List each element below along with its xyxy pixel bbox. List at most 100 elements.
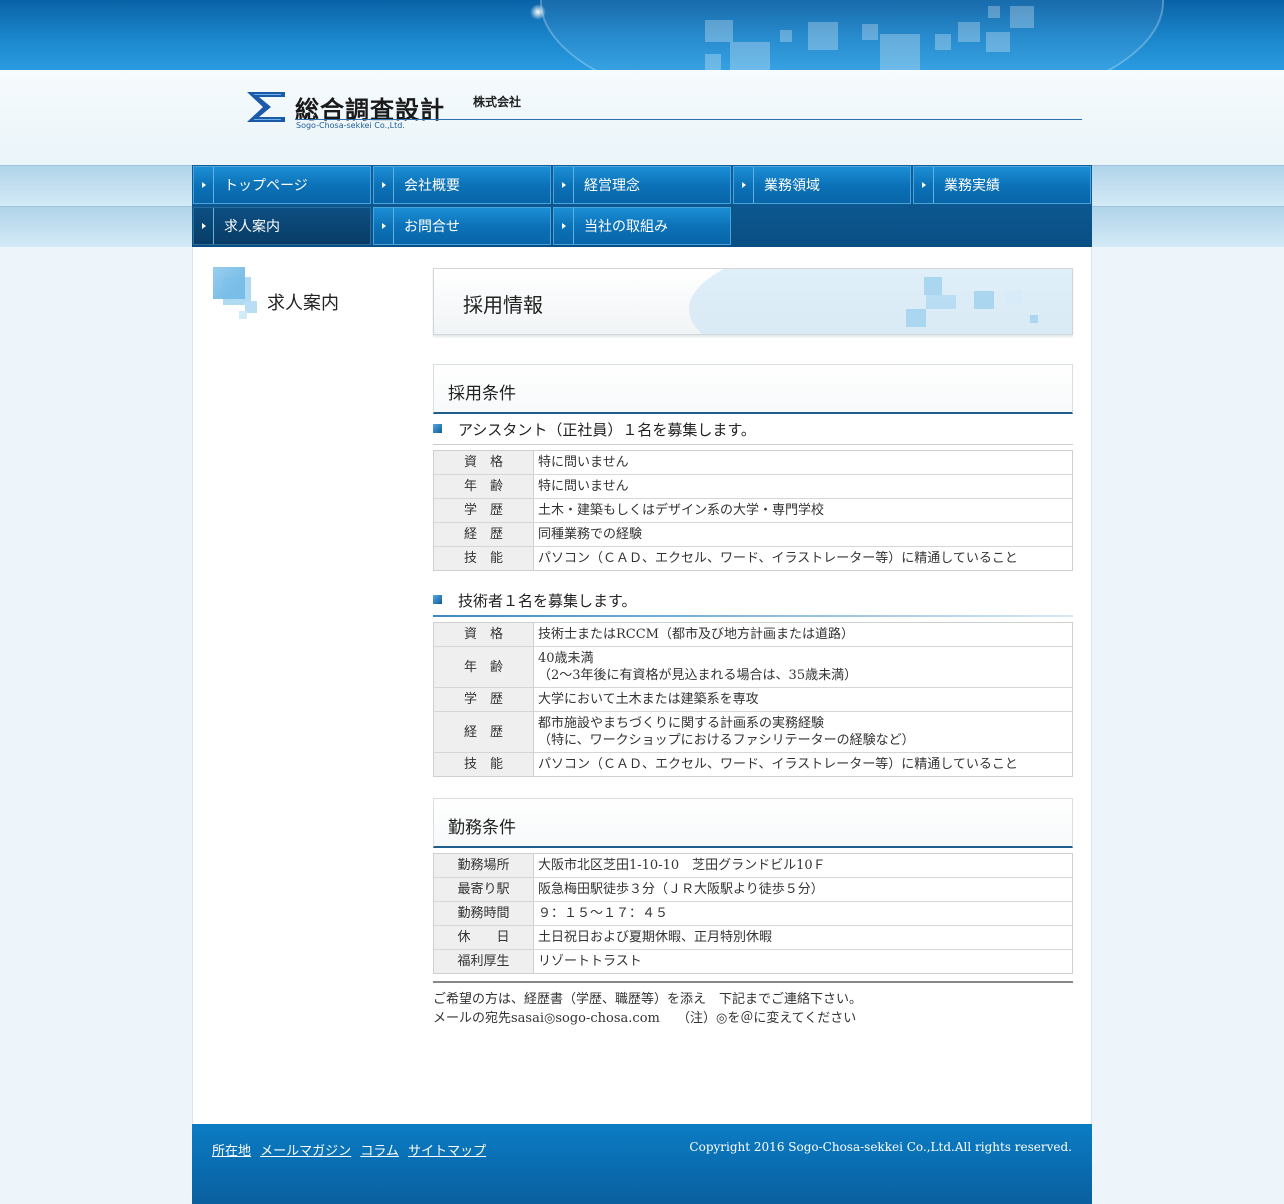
arrow-right-icon bbox=[374, 208, 394, 244]
work-conditions-table: 勤務場所 大阪市北区芝田1-10-10 芝田グランドビル10Ｆ 最寄り駅 阪急梅田駅… bbox=[433, 853, 1073, 974]
company-logo[interactable]: 総合調査設計 株式会社 Sogo-Chosa-sekkei Co.,Ltd. bbox=[245, 90, 1085, 130]
row-value: 大阪市北区芝田1-10-10 芝田グランドビル10Ｆ bbox=[538, 858, 826, 873]
footer-links: 所在地 メールマガジン コラム サイトマップ bbox=[212, 1140, 491, 1159]
row-label: 勤務場所 bbox=[434, 854, 534, 877]
nav-label: 求人案内 bbox=[224, 219, 280, 235]
sidebar-title-text: 求人案内 bbox=[267, 293, 339, 314]
row-value: 技術士またはRCCM（都市及び地方計画または道路） bbox=[538, 627, 854, 642]
table-row: 休 日土日祝日および夏期休暇、正月特別休暇 bbox=[434, 925, 1072, 949]
table-row: 技 能パソコン（ＣＡＤ、エクセル、ワード、イラストレーター等）に精通していること bbox=[434, 752, 1072, 776]
content-column: 採用情報 採用条件 アシスタント（正社員）１名を募集します。 資 格特に問いませ… bbox=[433, 268, 1073, 1028]
nav-item-contact[interactable]: お問合せ bbox=[373, 207, 551, 245]
row-label: 年 齢 bbox=[434, 646, 534, 687]
nav-label: 当社の取組み bbox=[584, 219, 668, 235]
row-value: 大学において土木または建築系を専攻 bbox=[534, 687, 1072, 711]
nav-item-business-results[interactable]: 業務実績 bbox=[913, 166, 1091, 204]
section-heading-text: 採用条件 bbox=[448, 384, 516, 404]
section-heading-work-conditions: 勤務条件 bbox=[433, 798, 1073, 848]
table-row: 勤務場所 大阪市北区芝田1-10-10 芝田グランドビル10Ｆ bbox=[434, 854, 1072, 877]
subheading-text: アシスタント（正社員）１名を募集します。 bbox=[458, 421, 756, 439]
sidebar-title: 求人案内 bbox=[213, 267, 413, 327]
footer-link-sitemap[interactable]: サイトマップ bbox=[408, 1144, 486, 1159]
nav-label: トップページ bbox=[224, 178, 308, 194]
table-row: 資 格特に問いません bbox=[434, 451, 1072, 474]
table-row: 福利厚生 リゾートトラスト bbox=[434, 949, 1072, 973]
nav-item-top-page[interactable]: トップページ bbox=[193, 166, 371, 204]
row-label: 学 歴 bbox=[434, 687, 534, 711]
main-container: 求人案内 採用情報 採用条件 アシスタント（正社員）１名を募集します。 資 格特… bbox=[192, 247, 1092, 1124]
row-value: 特に問いません bbox=[534, 474, 1072, 498]
row-value: 40歳未満 （2～3年後に有資格が見込まれる場合は、35歳未満） bbox=[534, 646, 1072, 687]
row-label: 技 能 bbox=[434, 752, 534, 776]
row-value: 土日祝日および夏期休暇、正月特別休暇 bbox=[534, 925, 1072, 949]
arrow-right-icon bbox=[194, 167, 214, 203]
row-label: 経 歴 bbox=[434, 711, 534, 752]
arrow-right-icon bbox=[734, 167, 754, 203]
contact-note-line: ご希望の方は、経歴書（学歴、職歴等）を添え 下記までご連絡下さい。 bbox=[433, 992, 863, 1007]
row-value: リゾートトラスト bbox=[534, 949, 1072, 973]
row-value: 土木・建築もしくはデザイン系の大学・専門学校 bbox=[534, 498, 1072, 522]
main-navigation: トップページ 会社概要 経営理念 業務領域 業務実績 求人案内 お問合せ 当社の… bbox=[192, 165, 1092, 247]
company-english-name: Sogo-Chosa-sekkei Co.,Ltd. bbox=[296, 121, 405, 130]
arrow-right-icon bbox=[914, 167, 934, 203]
site-header: 総合調査設計 株式会社 Sogo-Chosa-sekkei Co.,Ltd. bbox=[0, 70, 1284, 165]
nav-label: 業務実績 bbox=[944, 178, 1000, 194]
table-row: 年 齢特に問いません bbox=[434, 474, 1072, 498]
arrow-right-icon bbox=[554, 167, 574, 203]
nav-label: 経営理念 bbox=[584, 178, 640, 194]
nav-label: 会社概要 bbox=[404, 178, 460, 194]
row-label: 休 日 bbox=[434, 925, 534, 949]
nav-item-philosophy[interactable]: 経営理念 bbox=[553, 166, 731, 204]
square-bullet-icon bbox=[433, 595, 442, 604]
copyright-text: Copyright 2016 Sogo-Chosa-sekkei Co.,Ltd… bbox=[689, 1140, 1072, 1154]
table-row: 経 歴同種業務での経験 bbox=[434, 522, 1072, 546]
row-label: 年 齢 bbox=[434, 474, 534, 498]
company-suffix: 株式会社 bbox=[473, 95, 522, 109]
contact-email-line: メールの宛先sasai◎sogo-chosa.com （注）◎を＠に変えてくださ… bbox=[433, 1011, 857, 1026]
arrow-right-icon bbox=[374, 167, 394, 203]
table-row: 学 歴土木・建築もしくはデザイン系の大学・専門学校 bbox=[434, 498, 1072, 522]
nav-item-company-overview[interactable]: 会社概要 bbox=[373, 166, 551, 204]
table-row: 最寄り駅 阪急梅田駅徒歩３分（ＪＲ大阪駅より徒歩５分） bbox=[434, 877, 1072, 901]
row-label: 最寄り駅 bbox=[434, 877, 534, 901]
arrow-right-icon bbox=[194, 208, 214, 244]
subheading-assistant: アシスタント（正社員）１名を募集します。 bbox=[433, 416, 1073, 445]
footer-link-column[interactable]: コラム bbox=[360, 1144, 399, 1159]
row-value: 特に問いません bbox=[538, 455, 629, 470]
nav-item-recruitment[interactable]: 求人案内 bbox=[193, 207, 371, 245]
nav-label: お問合せ bbox=[404, 219, 460, 235]
footer-link-location[interactable]: 所在地 bbox=[212, 1144, 251, 1159]
section-heading-text: 勤務条件 bbox=[448, 818, 516, 838]
subheading-text: 技術者１名を募集します。 bbox=[458, 592, 637, 610]
nav-item-initiatives[interactable]: 当社の取組み bbox=[553, 207, 731, 245]
row-label: 福利厚生 bbox=[434, 949, 534, 973]
row-label: 資 格 bbox=[434, 451, 534, 474]
table-row: 経 歴都市施設やまちづくりに関する計画系の実務経験 （特に、ワークショップにおける… bbox=[434, 711, 1072, 752]
row-value: 同種業務での経験 bbox=[534, 522, 1072, 546]
arrow-right-icon bbox=[554, 208, 574, 244]
page-title-banner: 採用情報 bbox=[433, 268, 1073, 335]
header-divider bbox=[295, 119, 1082, 120]
contact-note: ご希望の方は、経歴書（学歴、職歴等）を添え 下記までご連絡下さい。 メールの宛先… bbox=[433, 981, 1073, 1028]
table-row: 勤務時間 ９：１５～１７：４５ bbox=[434, 901, 1072, 925]
footer-link-mail-magazine[interactable]: メールマガジン bbox=[260, 1144, 351, 1159]
table-row: 学 歴大学において土木または建築系を専攻 bbox=[434, 687, 1072, 711]
nav-label: 業務領域 bbox=[764, 178, 820, 194]
row-label: 経 歴 bbox=[434, 522, 534, 546]
row-value: 都市施設やまちづくりに関する計画系の実務経験 （特に、ワークショップにおけるファシ… bbox=[534, 711, 1072, 752]
section-heading-recruitment: 採用条件 bbox=[433, 364, 1073, 414]
row-label: 学 歴 bbox=[434, 498, 534, 522]
logo-mark-icon bbox=[247, 92, 285, 122]
row-label: 勤務時間 bbox=[434, 901, 534, 925]
nav-item-business-areas[interactable]: 業務領域 bbox=[733, 166, 911, 204]
engineer-requirements-table: 資 格技術士またはRCCM（都市及び地方計画または道路） 年 齢 40歳未満 （2～… bbox=[433, 622, 1073, 777]
square-bullet-icon bbox=[433, 424, 442, 433]
table-row: 年 齢 40歳未満 （2～3年後に有資格が見込まれる場合は、35歳未満） bbox=[434, 646, 1072, 687]
site-footer: 所在地 メールマガジン コラム サイトマップ Copyright 2016 So… bbox=[192, 1124, 1092, 1204]
row-value: ９：１５～１７：４５ bbox=[534, 901, 1072, 925]
top-banner bbox=[0, 0, 1284, 70]
row-value: 阪急梅田駅徒歩３分（ＪＲ大阪駅より徒歩５分） bbox=[534, 877, 1072, 901]
assistant-requirements-table: 資 格特に問いません 年 齢特に問いません 学 歴土木・建築もしくはデザイン系の… bbox=[433, 450, 1073, 571]
row-value: パソコン（ＣＡＤ、エクセル、ワード、イラストレーター等）に精通していること bbox=[534, 546, 1072, 570]
table-row: 資 格技術士またはRCCM（都市及び地方計画または道路） bbox=[434, 623, 1072, 646]
